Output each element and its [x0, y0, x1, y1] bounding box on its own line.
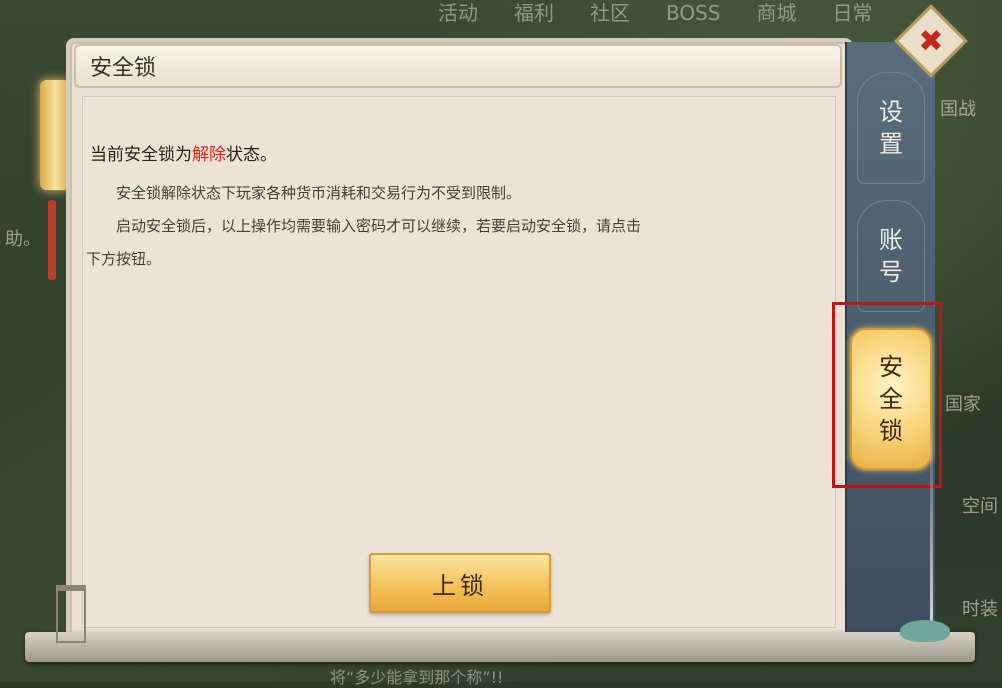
incense-smoke-decoration	[930, 420, 933, 630]
nav-boss[interactable]: BOSS	[648, 0, 739, 30]
nav-daily[interactable]: 日常	[815, 0, 891, 30]
bottom-chat-text: 将“多少能拿到那个称”!!	[330, 668, 504, 687]
status-prefix: 当前安全锁为	[90, 145, 192, 165]
tab-settings[interactable]: 设 置	[857, 72, 925, 184]
description-paragraph-2: 启动安全锁后，以上操作均需要输入密码才可以继续，若要启动安全锁，请点击	[116, 217, 642, 235]
bg-label-left: 助。	[5, 229, 41, 250]
lock-button[interactable]: 上锁	[369, 553, 551, 613]
tab-account-label-2: 号	[879, 258, 903, 286]
pavilion-decoration	[56, 585, 86, 643]
description-paragraph-1: 安全锁解除状态下玩家各种货币消耗和交易行为不受到限制。	[116, 184, 522, 202]
panel-title: 安全锁	[90, 56, 157, 81]
lock-status-line: 当前安全锁为解除状态。	[90, 140, 277, 165]
description-paragraph-3: 下方按钮。	[86, 250, 162, 268]
lantern-decoration	[40, 80, 70, 190]
status-value: 解除	[192, 145, 226, 165]
status-suffix: 状态。	[226, 145, 277, 165]
tab-settings-label-2: 置	[879, 130, 903, 158]
panel-bottom-base	[25, 632, 975, 662]
tab-account-label-1: 账	[879, 226, 903, 254]
close-icon[interactable]: ✖	[905, 15, 957, 67]
tassel-decoration	[48, 200, 56, 280]
bg-label-shizhuang: 时装	[962, 599, 998, 620]
bg-label-guozhan: 国战	[940, 99, 976, 120]
nav-activity[interactable]: 活动	[420, 0, 496, 30]
tab-highlight-box	[832, 302, 942, 488]
tab-settings-label-1: 设	[879, 98, 903, 126]
panel-content-area	[82, 96, 836, 628]
bg-label-guojia: 国家	[945, 394, 981, 415]
tab-account[interactable]: 账 号	[857, 200, 925, 312]
nav-welfare[interactable]: 福利	[496, 0, 572, 30]
bg-label-kongjian: 空间	[962, 496, 998, 517]
nav-community[interactable]: 社区	[572, 0, 648, 30]
panel-title-bar	[74, 44, 842, 88]
lotus-decoration	[900, 620, 950, 642]
nav-shop[interactable]: 商城	[739, 0, 815, 30]
